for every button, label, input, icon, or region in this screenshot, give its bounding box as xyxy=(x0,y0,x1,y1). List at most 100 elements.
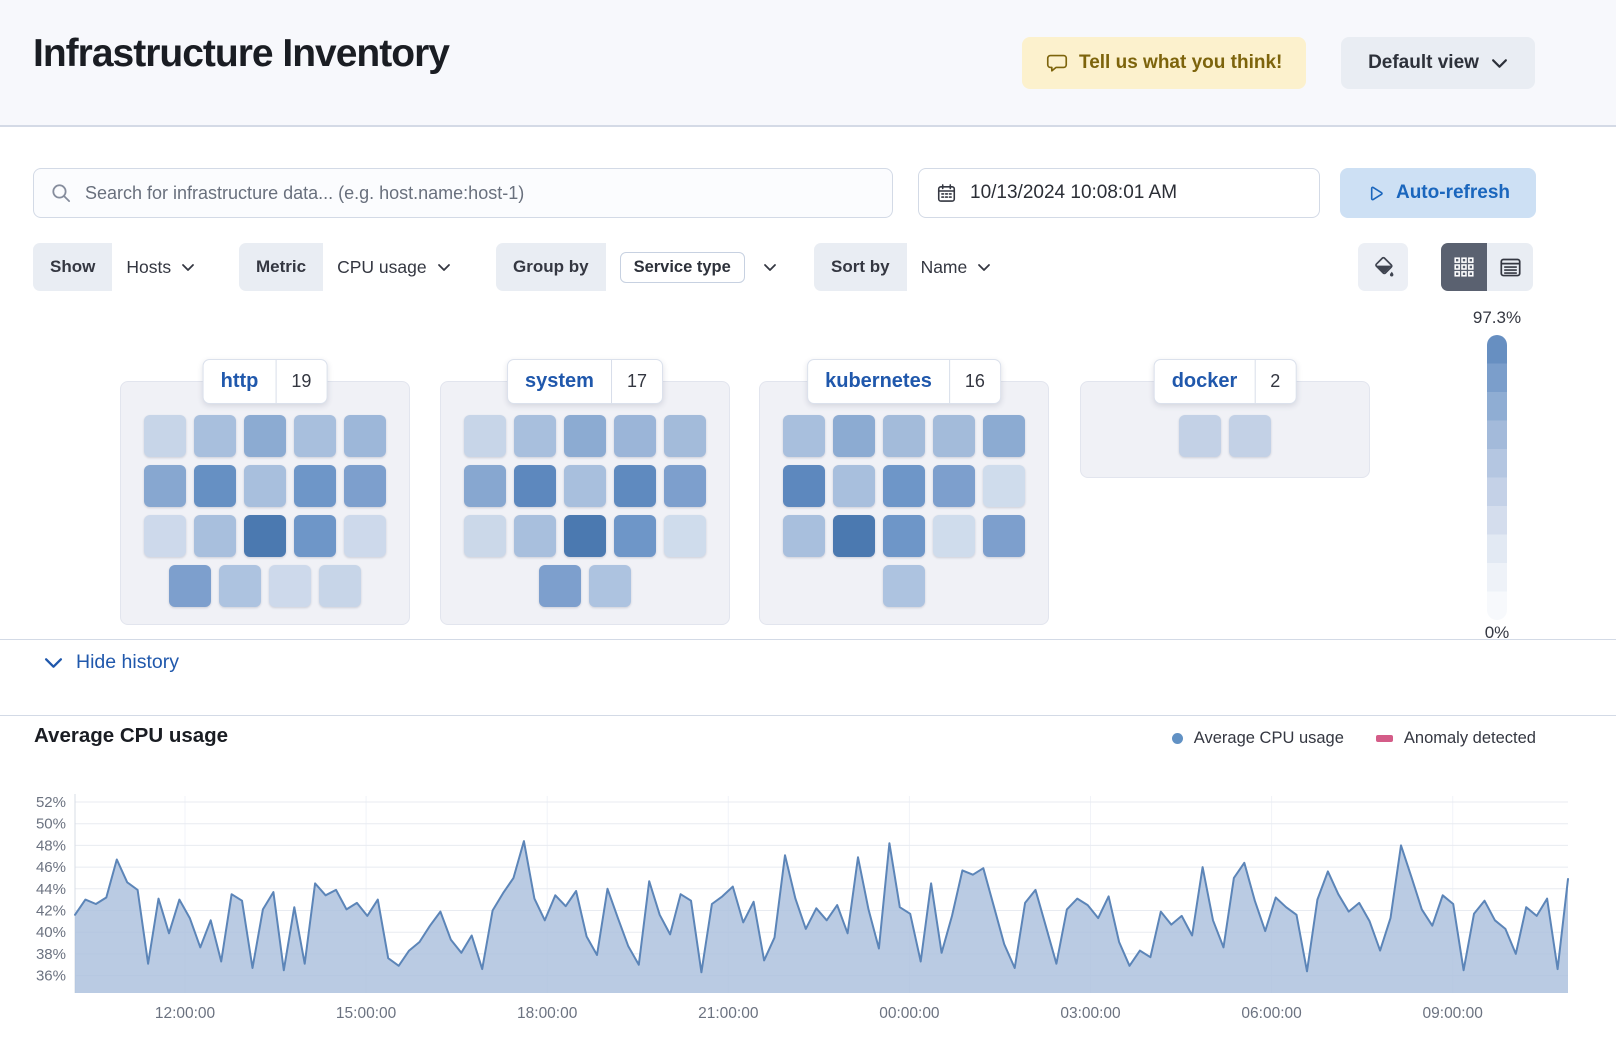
host-node[interactable] xyxy=(933,415,975,457)
host-node[interactable] xyxy=(883,565,925,607)
view-mode-toggle xyxy=(1441,243,1533,291)
svg-text:09:00:00: 09:00:00 xyxy=(1423,1005,1484,1022)
group-name-link[interactable]: kubernetes xyxy=(808,370,949,393)
svg-text:38%: 38% xyxy=(36,946,66,963)
svg-text:18:00:00: 18:00:00 xyxy=(517,1005,578,1022)
host-node[interactable] xyxy=(664,465,706,507)
svg-text:03:00:00: 03:00:00 xyxy=(1060,1005,1121,1022)
grid-view-button[interactable] xyxy=(1441,243,1487,291)
host-node[interactable] xyxy=(539,565,581,607)
host-node[interactable] xyxy=(464,515,506,557)
host-node[interactable] xyxy=(514,465,556,507)
host-node[interactable] xyxy=(883,465,925,507)
group-by-filter-value-chip[interactable]: Service type xyxy=(620,252,745,283)
group-by-filter[interactable]: Group by Service type xyxy=(496,243,791,291)
date-picker-button[interactable]: 10/13/2024 10:08:01 AM xyxy=(918,168,1320,218)
host-node[interactable] xyxy=(194,515,236,557)
host-node[interactable] xyxy=(219,565,261,607)
host-node[interactable] xyxy=(464,415,506,457)
metric-filter[interactable]: Metric CPU usage xyxy=(239,243,465,291)
hide-history-toggle[interactable]: Hide history xyxy=(44,651,179,674)
host-node[interactable] xyxy=(1229,415,1271,457)
grid-icon xyxy=(1453,256,1475,278)
service-group-card-docker: docker2 xyxy=(1080,381,1370,478)
show-filter[interactable]: Show Hosts xyxy=(33,243,209,291)
svg-text:50%: 50% xyxy=(36,816,66,833)
cpu-usage-history-chart[interactable]: 36%38%40%42%44%46%48%50%52%12:00:0015:00… xyxy=(0,717,1616,1038)
host-node[interactable] xyxy=(833,465,875,507)
host-node[interactable] xyxy=(464,465,506,507)
search-input[interactable] xyxy=(85,183,876,204)
svg-text:42%: 42% xyxy=(36,903,66,920)
host-node[interactable] xyxy=(614,465,656,507)
host-node[interactable] xyxy=(614,515,656,557)
table-view-button[interactable] xyxy=(1487,243,1533,291)
host-node[interactable] xyxy=(933,515,975,557)
feedback-button[interactable]: Tell us what you think! xyxy=(1022,37,1306,89)
host-node[interactable] xyxy=(883,415,925,457)
host-node[interactable] xyxy=(664,415,706,457)
host-node[interactable] xyxy=(564,465,606,507)
group-name-link[interactable]: system xyxy=(508,370,611,393)
host-node[interactable] xyxy=(564,415,606,457)
host-node[interactable] xyxy=(614,415,656,457)
svg-text:44%: 44% xyxy=(36,881,66,898)
group-badge: system17 xyxy=(507,359,663,404)
host-node[interactable] xyxy=(589,565,631,607)
scale-max-label: 97.3% xyxy=(1450,308,1544,328)
host-node[interactable] xyxy=(344,465,386,507)
host-node[interactable] xyxy=(194,465,236,507)
host-node[interactable] xyxy=(983,465,1025,507)
host-node[interactable] xyxy=(514,415,556,457)
host-node[interactable] xyxy=(244,465,286,507)
host-node[interactable] xyxy=(269,565,311,607)
host-node[interactable] xyxy=(344,515,386,557)
host-node[interactable] xyxy=(144,415,186,457)
speech-bubble-icon xyxy=(1046,52,1068,74)
svg-text:48%: 48% xyxy=(36,837,66,854)
host-node[interactable] xyxy=(783,515,825,557)
host-node[interactable] xyxy=(294,465,336,507)
color-palette-button[interactable] xyxy=(1358,243,1408,291)
host-node[interactable] xyxy=(883,515,925,557)
host-node[interactable] xyxy=(833,415,875,457)
host-node[interactable] xyxy=(983,515,1025,557)
node-row xyxy=(539,565,631,607)
show-filter-label: Show xyxy=(33,243,112,291)
group-badge: docker2 xyxy=(1154,359,1297,404)
group-name-link[interactable]: http xyxy=(204,370,276,393)
host-node[interactable] xyxy=(244,515,286,557)
scale-min-label: 0% xyxy=(1450,623,1544,640)
host-node[interactable] xyxy=(1179,415,1221,457)
host-nodes-grid xyxy=(760,415,1048,607)
sort-by-filter[interactable]: Sort by Name xyxy=(814,243,1005,291)
host-node[interactable] xyxy=(169,565,211,607)
group-count: 2 xyxy=(1255,371,1295,392)
host-node[interactable] xyxy=(664,515,706,557)
host-node[interactable] xyxy=(514,515,556,557)
host-node[interactable] xyxy=(783,465,825,507)
host-node[interactable] xyxy=(983,415,1025,457)
node-row xyxy=(464,415,706,457)
host-node[interactable] xyxy=(783,415,825,457)
svg-text:46%: 46% xyxy=(36,859,66,876)
host-node[interactable] xyxy=(344,415,386,457)
svg-text:52%: 52% xyxy=(36,794,66,811)
host-node[interactable] xyxy=(244,415,286,457)
host-node[interactable] xyxy=(194,415,236,457)
host-node[interactable] xyxy=(933,465,975,507)
auto-refresh-button[interactable]: Auto-refresh xyxy=(1340,168,1536,218)
group-name-link[interactable]: docker xyxy=(1155,370,1255,393)
view-selector-button[interactable]: Default view xyxy=(1341,37,1535,89)
host-node[interactable] xyxy=(564,515,606,557)
group-count: 16 xyxy=(950,371,1000,392)
group-count: 17 xyxy=(612,371,662,392)
host-node[interactable] xyxy=(319,565,361,607)
host-node[interactable] xyxy=(294,415,336,457)
host-node[interactable] xyxy=(144,515,186,557)
host-node[interactable] xyxy=(144,465,186,507)
host-node[interactable] xyxy=(833,515,875,557)
chevron-down-icon xyxy=(1491,58,1508,69)
feedback-button-label: Tell us what you think! xyxy=(1079,52,1282,74)
host-node[interactable] xyxy=(294,515,336,557)
